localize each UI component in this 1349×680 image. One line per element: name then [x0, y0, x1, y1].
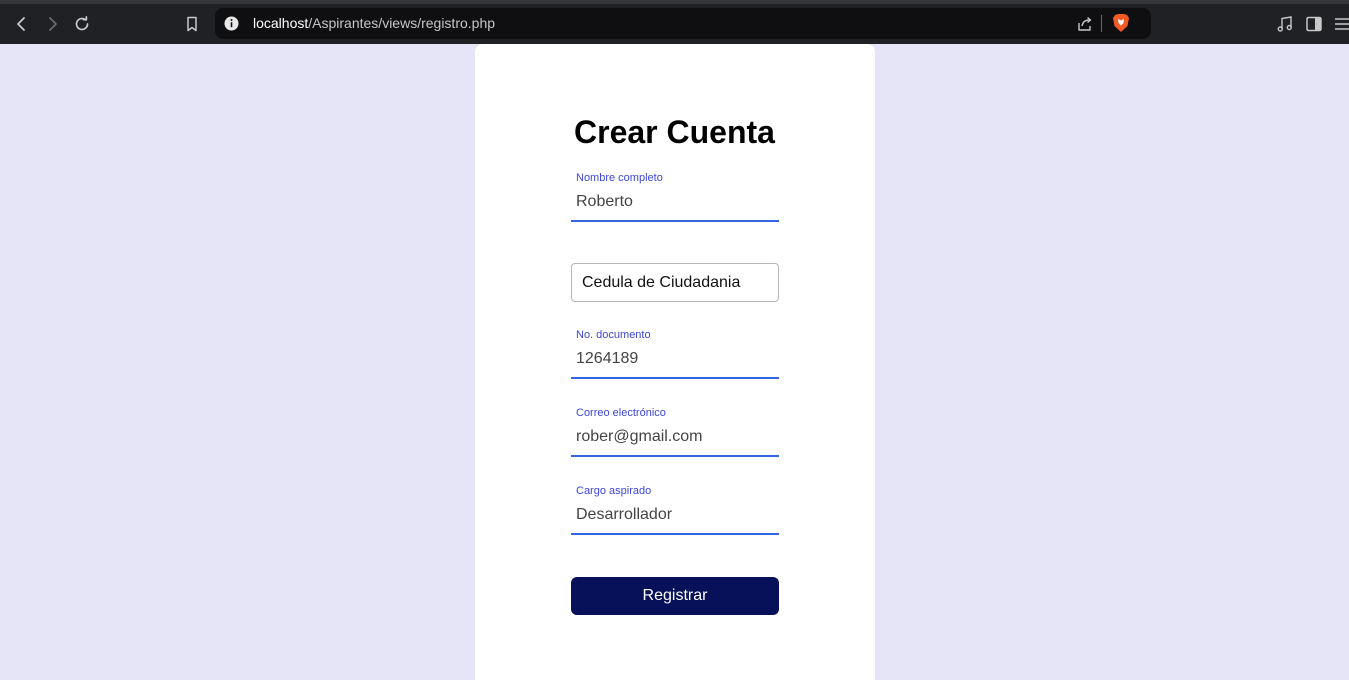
- page-title: Crear Cuenta: [574, 114, 775, 150]
- document-number-input[interactable]: [576, 347, 774, 371]
- hamburger-menu-icon[interactable]: [1333, 15, 1349, 33]
- email-input[interactable]: [576, 425, 774, 449]
- position-input[interactable]: [576, 503, 774, 527]
- sidebar-icon[interactable]: [1305, 15, 1323, 33]
- email-field[interactable]: Correo electrónico: [571, 407, 779, 457]
- register-button[interactable]: Registrar: [571, 577, 779, 615]
- document-number-field[interactable]: No. documento: [571, 329, 779, 379]
- share-icon[interactable]: [1075, 14, 1095, 34]
- url-path: /Aspirantes/views/registro.php: [308, 15, 496, 31]
- forward-button[interactable]: [39, 11, 65, 37]
- url-text[interactable]: localhost/Aspirantes/views/registro.php: [253, 15, 495, 31]
- email-label: Correo electrónico: [576, 407, 666, 419]
- position-label: Cargo aspirado: [576, 485, 652, 497]
- full-name-input[interactable]: [576, 190, 774, 214]
- music-note-icon[interactable]: [1276, 15, 1294, 33]
- document-number-label: No. documento: [576, 329, 651, 341]
- document-type-select[interactable]: Cedula de Ciudadania: [571, 263, 779, 302]
- full-name-field[interactable]: Nombre completo: [571, 172, 779, 222]
- url-host: localhost: [253, 15, 309, 31]
- reload-button[interactable]: [69, 11, 95, 37]
- info-icon[interactable]: [223, 15, 240, 32]
- address-bar[interactable]: localhost/Aspirantes/views/registro.php: [215, 8, 1151, 39]
- bookmark-icon: [187, 16, 197, 32]
- document-type-value: Cedula de Ciudadania: [582, 274, 741, 291]
- position-field[interactable]: Cargo aspirado: [571, 485, 779, 535]
- arrow-right-icon: [49, 17, 57, 31]
- back-button[interactable]: [9, 11, 35, 37]
- arrow-left-icon: [17, 17, 25, 31]
- bookmark-button[interactable]: [179, 11, 205, 37]
- divider: [1101, 15, 1102, 32]
- full-name-label: Nombre completo: [576, 172, 663, 184]
- brave-shield-icon[interactable]: [1112, 13, 1130, 33]
- registration-card: Crear Cuenta Nombre completo Cedula de C…: [475, 44, 875, 680]
- reload-icon: [75, 15, 89, 31]
- browser-toolbar: localhost/Aspirantes/views/registro.php: [0, 0, 1349, 44]
